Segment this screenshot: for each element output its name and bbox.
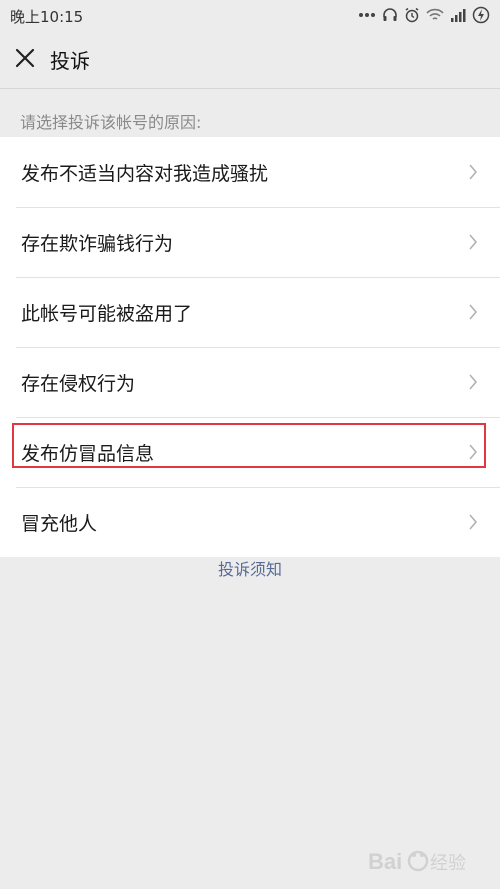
page-title: 投诉 xyxy=(50,49,90,73)
reason-label: 冒充他人 xyxy=(21,513,98,535)
more-dots-icon xyxy=(359,13,375,17)
alarm-icon xyxy=(405,7,419,23)
status-time: 晚上10:15 xyxy=(10,8,84,26)
reason-label: 此帐号可能被盗用了 xyxy=(21,303,193,325)
reason-item-account-stolen[interactable]: 此帐号可能被盗用了 xyxy=(0,277,500,347)
section-hint: 请选择投诉该帐号的原因: xyxy=(20,113,202,132)
reason-item-fraud[interactable]: 存在欺诈骗钱行为 xyxy=(0,207,500,277)
chevron-right-icon xyxy=(469,514,478,530)
reason-item-infringement[interactable]: 存在侵权行为 xyxy=(0,347,500,417)
reason-item-counterfeit[interactable]: 发布仿冒品信息 xyxy=(0,417,500,487)
status-bar: 晚上10:15 xyxy=(0,0,500,30)
close-button[interactable] xyxy=(14,47,36,69)
signal-icon xyxy=(451,9,466,22)
header-divider xyxy=(0,88,500,89)
chevron-right-icon xyxy=(469,444,478,460)
reason-list: 发布不适当内容对我造成骚扰 存在欺诈骗钱行为 此帐号可能被盗用了 存在侵权行为 … xyxy=(0,137,500,557)
headphones-icon xyxy=(383,8,397,21)
close-icon xyxy=(15,48,35,68)
chevron-right-icon xyxy=(469,304,478,320)
wifi-icon xyxy=(426,8,444,20)
reason-label: 发布仿冒品信息 xyxy=(21,443,155,465)
chevron-right-icon xyxy=(469,374,478,390)
svg-text:经验: 经验 xyxy=(430,853,466,874)
battery-charging-icon xyxy=(472,6,490,24)
complaint-notice-link[interactable]: 投诉须知 xyxy=(0,556,500,580)
reason-item-harassment[interactable]: 发布不适当内容对我造成骚扰 xyxy=(0,137,500,207)
svg-text:Bai: Bai xyxy=(368,849,402,874)
reason-label: 存在侵权行为 xyxy=(21,373,136,395)
status-icons xyxy=(358,6,490,24)
title-bar: 投诉 xyxy=(0,30,500,88)
watermark-logo: Bai 经验 xyxy=(368,849,466,874)
chevron-right-icon xyxy=(469,234,478,250)
reason-label: 存在欺诈骗钱行为 xyxy=(21,233,174,255)
chevron-right-icon xyxy=(469,164,478,180)
reason-item-impersonation[interactable]: 冒充他人 xyxy=(0,487,500,557)
reason-label: 发布不适当内容对我造成骚扰 xyxy=(21,163,269,185)
